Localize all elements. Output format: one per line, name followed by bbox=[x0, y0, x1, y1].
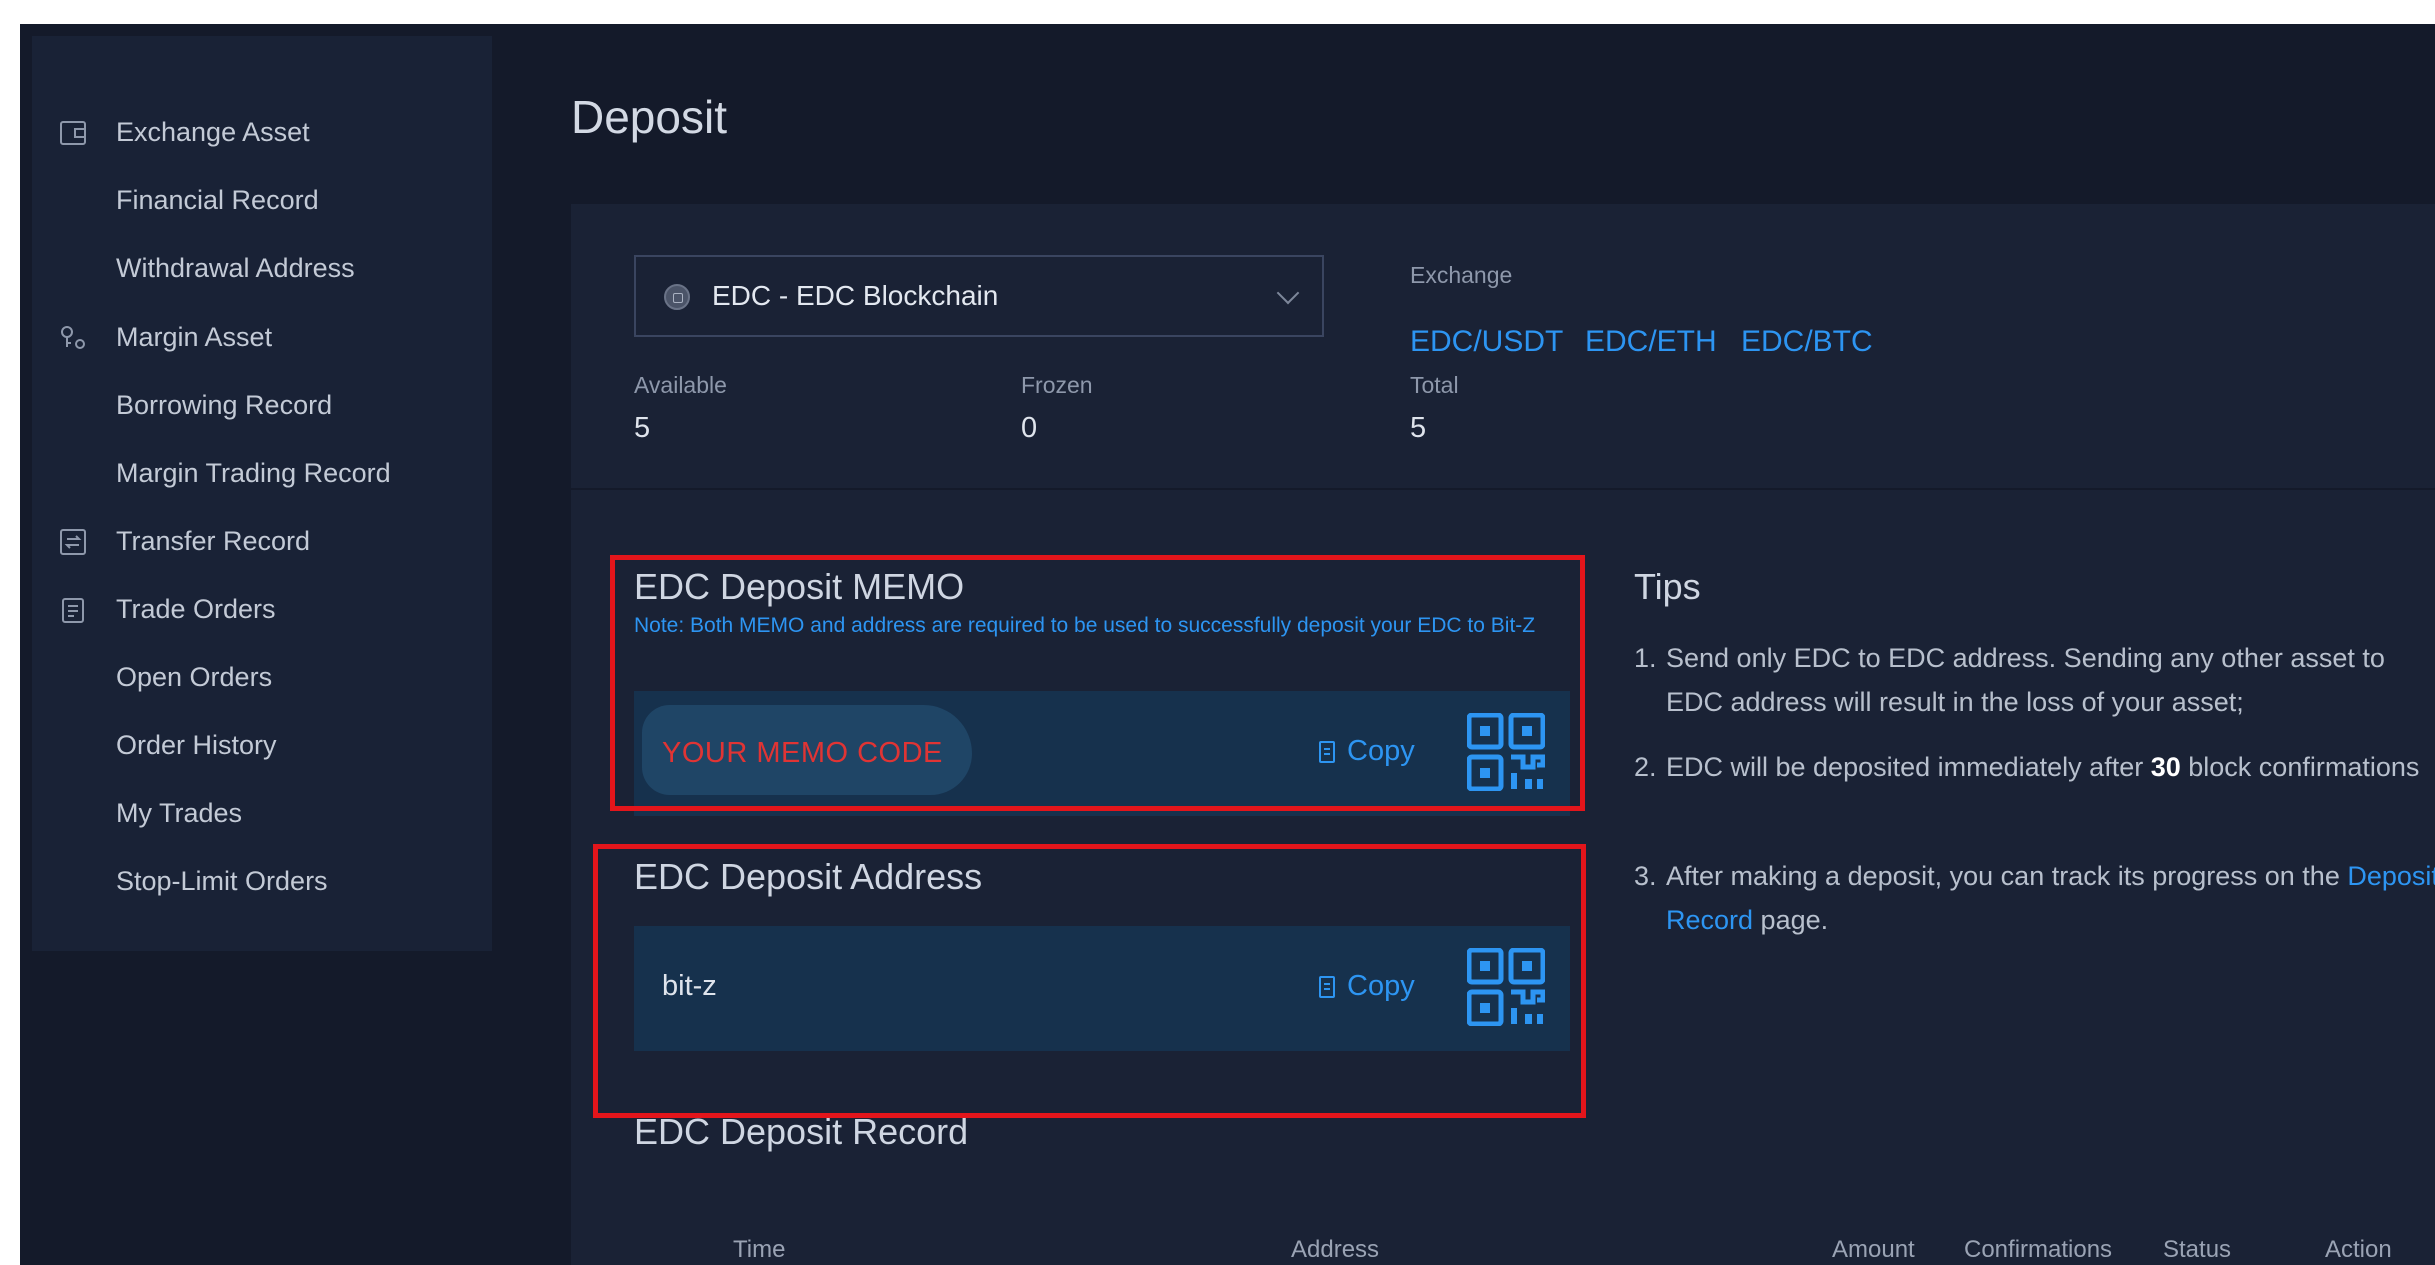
column-header-confirmations: Confirmations bbox=[1964, 1236, 2113, 1263]
tip-item: 2. EDC will be deposited immediately aft… bbox=[1634, 745, 2434, 835]
tip-number: 2. bbox=[1634, 752, 1657, 782]
currency-select[interactable]: EDC - EDC Blockchain bbox=[634, 255, 1324, 337]
sidebar-item-label: Borrowing Record bbox=[116, 389, 333, 420]
sidebar-item-label: Financial Record bbox=[116, 184, 319, 215]
sidebar-item-label: My Trades bbox=[116, 797, 243, 828]
tips-title: Tips bbox=[1634, 566, 1701, 607]
pair-link-edc-btc[interactable]: EDC/BTC bbox=[1741, 325, 1873, 359]
chevron-down-icon bbox=[1276, 281, 1300, 305]
sidebar-item-financial-record[interactable]: Financial Record bbox=[32, 170, 492, 230]
sidebar-item-margin-asset[interactable]: Margin Asset bbox=[32, 307, 492, 367]
exchange-label: Exchange bbox=[1410, 262, 1513, 288]
column-header-status: Status bbox=[2163, 1236, 2232, 1263]
frozen-label: Frozen bbox=[1021, 372, 1093, 398]
sidebar-item-withdrawal-address[interactable]: Withdrawal Address bbox=[32, 238, 492, 298]
sidebar-item-label: Transfer Record bbox=[116, 525, 311, 556]
tip-item: 3. After making a deposit, you can track… bbox=[1634, 854, 2435, 944]
total-value: 5 bbox=[1410, 412, 1427, 444]
tip-text: After making a deposit, you can track it… bbox=[1666, 854, 2435, 942]
available-value: 5 bbox=[634, 412, 651, 444]
sidebar: Exchange Asset Financial Record Withdraw… bbox=[32, 36, 492, 951]
sidebar-item-label: Margin Trading Record bbox=[116, 457, 391, 488]
card-divider bbox=[571, 488, 2435, 490]
sidebar-item-label: Open Orders bbox=[116, 661, 273, 692]
frozen-value: 0 bbox=[1021, 412, 1038, 444]
column-header-amount: Amount bbox=[1832, 1236, 1915, 1263]
page-title: Deposit bbox=[571, 91, 727, 143]
sidebar-item-exchange-asset[interactable]: Exchange Asset bbox=[32, 102, 492, 162]
tip-number: 1. bbox=[1634, 643, 1657, 673]
tip-item: 1. Send only EDC to EDC address. Sending… bbox=[1634, 636, 2434, 726]
sidebar-item-label: Exchange Asset bbox=[116, 116, 310, 147]
tip-text: Send only EDC to EDC address. Sending an… bbox=[1666, 643, 2385, 717]
tip-bold-value: 30 bbox=[2150, 752, 2181, 782]
sidebar-item-label: Margin Asset bbox=[116, 321, 273, 352]
app-frame: Exchange Asset Financial Record Withdraw… bbox=[20, 24, 2435, 1265]
sidebar-item-transfer-record[interactable]: Transfer Record bbox=[32, 511, 492, 571]
column-header-action: Action bbox=[2325, 1236, 2392, 1263]
record-section-title: EDC Deposit Record bbox=[634, 1111, 969, 1152]
memo-highlight-box bbox=[610, 555, 1585, 811]
available-label: Available bbox=[634, 372, 727, 398]
total-label: Total bbox=[1410, 372, 1459, 398]
column-header-time: Time bbox=[733, 1236, 786, 1263]
sidebar-item-borrowing-record[interactable]: Borrowing Record bbox=[32, 375, 492, 435]
sidebar-item-open-orders[interactable]: Open Orders bbox=[32, 647, 492, 707]
sidebar-item-order-history[interactable]: Order History bbox=[32, 715, 492, 775]
transfer-icon bbox=[58, 527, 88, 557]
tip-number: 3. bbox=[1634, 861, 1657, 891]
column-header-address: Address bbox=[1291, 1236, 1380, 1263]
sidebar-item-stop-limit-orders[interactable]: Stop-Limit Orders bbox=[32, 851, 492, 911]
address-highlight-box bbox=[593, 844, 1586, 1118]
sidebar-item-label: Stop-Limit Orders bbox=[116, 865, 328, 896]
sidebar-item-trade-orders[interactable]: Trade Orders bbox=[32, 579, 492, 639]
currency-select-value: EDC - EDC Blockchain bbox=[712, 280, 999, 311]
coin-icon bbox=[664, 284, 690, 310]
wallet-icon bbox=[58, 118, 88, 148]
clipboard-icon bbox=[58, 595, 88, 625]
sidebar-item-label: Trade Orders bbox=[116, 593, 276, 624]
margin-key-icon bbox=[58, 323, 88, 353]
sidebar-item-label: Order History bbox=[116, 729, 277, 760]
sidebar-item-margin-trading-record[interactable]: Margin Trading Record bbox=[32, 443, 492, 503]
pair-link-edc-eth[interactable]: EDC/ETH bbox=[1585, 325, 1717, 359]
sidebar-item-my-trades[interactable]: My Trades bbox=[32, 783, 492, 843]
tip-text: EDC will be deposited immediately after … bbox=[1666, 752, 2420, 782]
pair-link-edc-usdt[interactable]: EDC/USDT bbox=[1410, 325, 1563, 359]
sidebar-item-label: Withdrawal Address bbox=[116, 252, 355, 283]
